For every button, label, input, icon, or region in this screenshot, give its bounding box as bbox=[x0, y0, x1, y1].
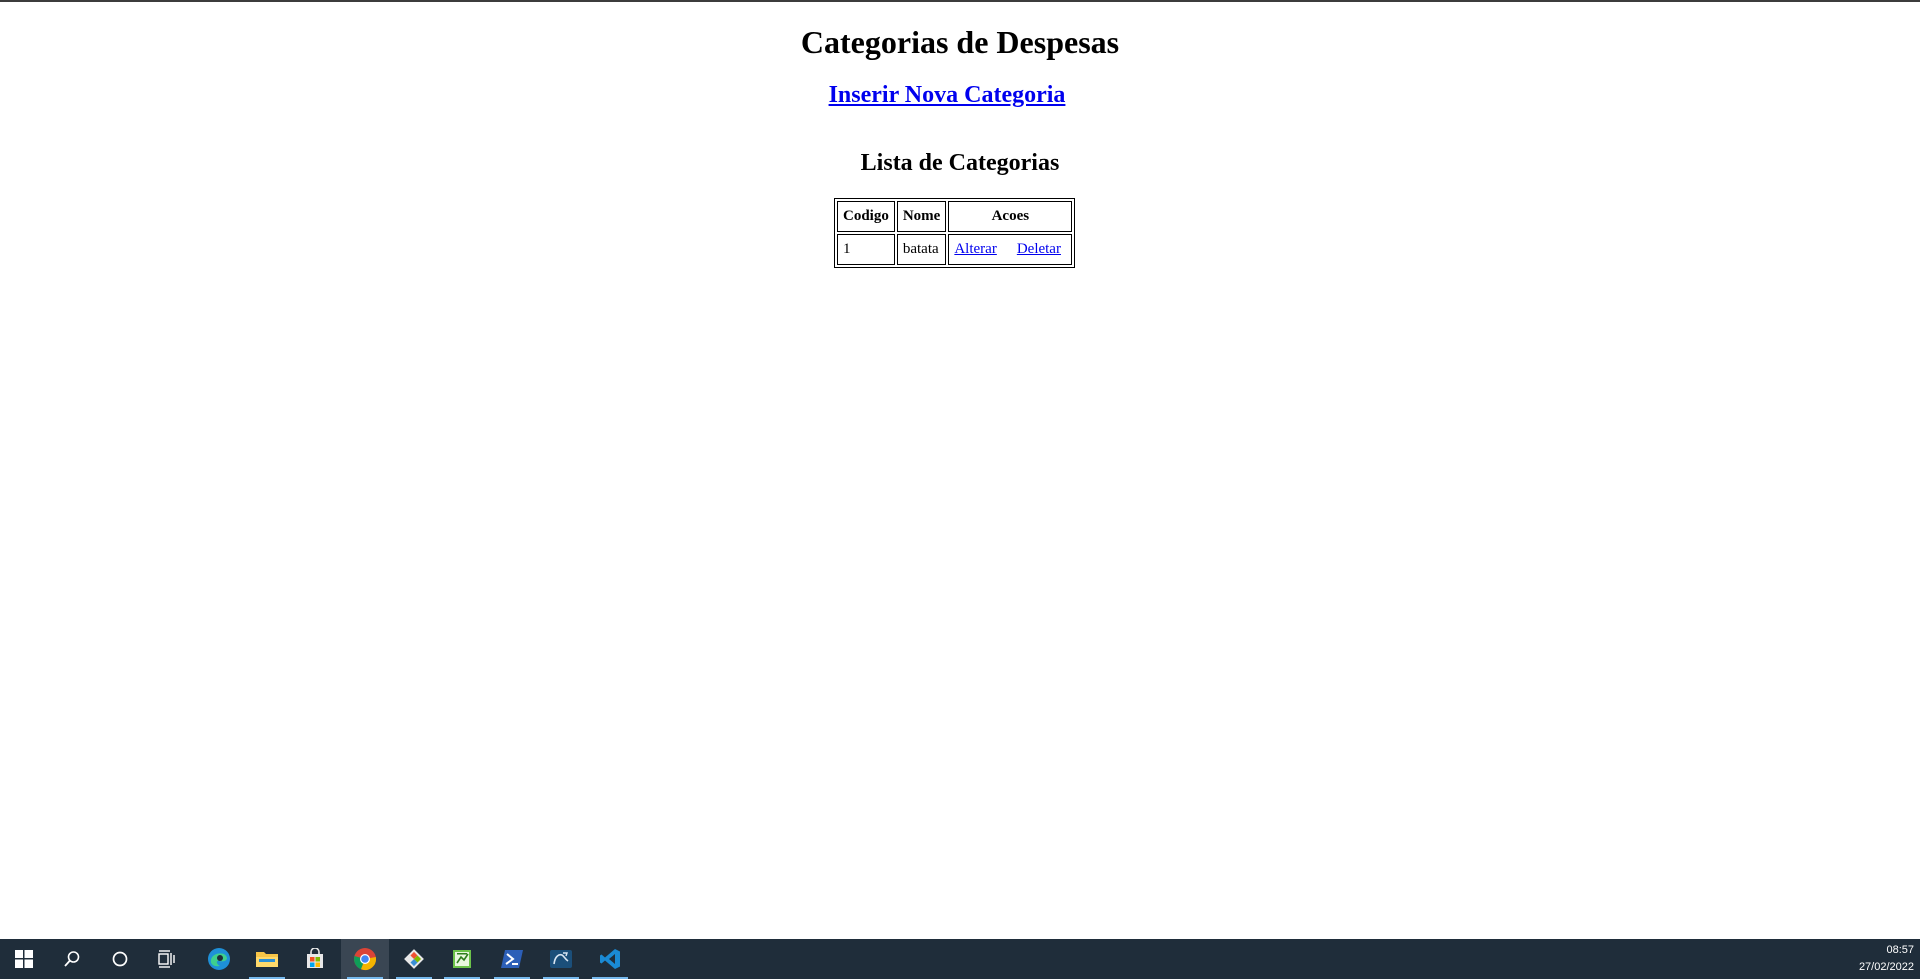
clock-date: 27/02/2022 bbox=[1858, 961, 1914, 973]
store-icon[interactable] bbox=[291, 939, 339, 979]
git-icon[interactable] bbox=[390, 939, 438, 979]
browser-top-border bbox=[0, 0, 1920, 2]
new-category-link[interactable]: Inserir Nova Categoria bbox=[829, 82, 1066, 108]
page-title: Categorias de Despesas bbox=[800, 24, 1120, 60]
powershell-icon[interactable] bbox=[488, 939, 536, 979]
list-title: Lista de Categorias bbox=[860, 150, 1060, 176]
cell-nome: batata bbox=[896, 234, 947, 265]
system-clock[interactable]: 08:57 27/02/2022 bbox=[1859, 942, 1914, 976]
categories-table: Codigo Nome Acoes 1 batata Alterar Deleta… bbox=[834, 198, 1076, 268]
new-category-link-wrap: Inserir Nova Categoria bbox=[0, 80, 1894, 110]
chrome-icon[interactable] bbox=[341, 939, 389, 979]
windows-start-icon[interactable] bbox=[0, 939, 48, 979]
alterar-link[interactable]: Alterar bbox=[954, 241, 996, 257]
deletar-link[interactable]: Deletar bbox=[1017, 241, 1061, 257]
vscode-icon[interactable] bbox=[586, 939, 634, 979]
column-header-nome: Nome bbox=[896, 201, 947, 232]
search-icon[interactable] bbox=[48, 939, 96, 979]
task-view-icon[interactable] bbox=[144, 939, 192, 979]
table-header-row: Codigo Nome Acoes bbox=[837, 201, 1073, 232]
edge-icon[interactable] bbox=[195, 939, 243, 979]
clock-time: 08:57 bbox=[1886, 944, 1914, 956]
notepad-icon[interactable] bbox=[438, 939, 486, 979]
cell-acoes: Alterar Deletar bbox=[948, 234, 1073, 265]
categories-table-wrap: Codigo Nome Acoes 1 batata Alterar Deleta… bbox=[834, 198, 1076, 268]
mysql-workbench-icon[interactable] bbox=[537, 939, 585, 979]
file-explorer-icon[interactable] bbox=[243, 939, 291, 979]
column-header-acoes: Acoes bbox=[948, 201, 1073, 232]
column-header-codigo: Codigo bbox=[837, 201, 895, 232]
cell-codigo: 1 bbox=[837, 234, 895, 265]
cortana-icon[interactable] bbox=[96, 939, 144, 979]
taskbar: 08:57 27/02/2022 bbox=[0, 939, 1920, 979]
table-row: 1 batata Alterar Deletar bbox=[837, 234, 1073, 265]
